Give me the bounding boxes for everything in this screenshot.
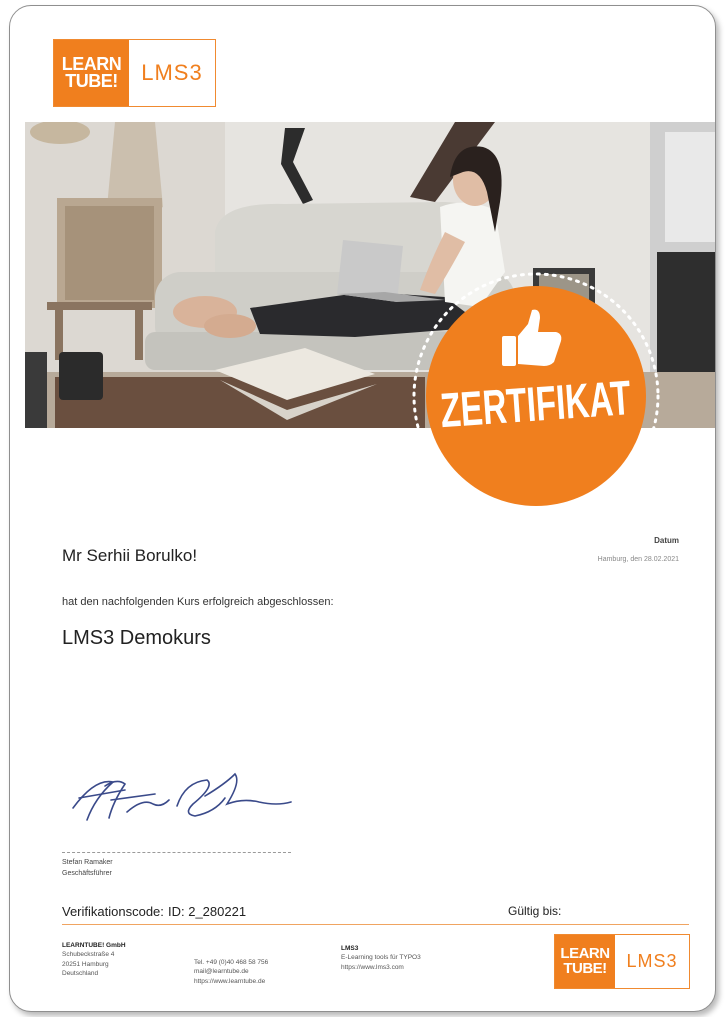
course-title: LMS3 Demokurs [62,627,211,649]
logo-learntube-block: LEARN TUBE! [54,40,129,106]
contact-phone: Tel. +49 (0)40 468 58 756 [194,959,269,966]
product-description: E-Learning tools für TYPO3 [341,954,421,962]
zertifikat-stamp: ZERTIFIKAT [404,264,668,528]
logo-lms3-text: LMS3 [141,60,203,85]
product-website: https://www.lms3.com [341,963,404,971]
signature-image [72,772,292,821]
logo-tube-text: TUBE! [65,71,118,91]
footer-contact: Tel. +49 (0)40 468 58 756 mail@learntube… [194,958,268,986]
footer-divider [62,924,689,925]
completion-text: hat den nachfolgenden Kurs erfolgreich a… [62,596,334,608]
footer-product: LMS3 E-Learning tools für TYPO3 https://… [341,944,421,972]
learntube-logo-bottom: LEARN TUBE! LMS3 [554,934,690,989]
company-city: 20251 Hamburg [62,960,109,968]
learntube-logo-top: LEARN TUBE! LMS3 [53,39,216,107]
recipient-name: Mr Serhii Borulko! [62,546,198,565]
signature-line [62,852,291,853]
product-name: LMS3 [341,945,359,952]
company-name: LEARNTUBE! GmbH [62,942,126,949]
logo-tube-text: TUBE! [563,959,607,977]
contact-email: mail@learntube.de [194,968,249,976]
signer-role: Geschäftsführer [62,870,112,877]
certificate-page: LEARN TUBE! LMS3 ZERTIFIKAT Datum Hambur… [9,5,716,1012]
verification-label: Verifikationscode: [62,904,164,919]
valid-until-label: Gültig bis: [508,904,562,918]
verification-code: ID: 2_280221 [168,904,247,919]
logo-learntube-block: LEARN TUBE! [555,935,615,988]
signer-name: Stefan Ramaker [62,859,113,866]
logo-lms3-text: LMS3 [626,951,678,971]
date-label: Datum [654,536,679,545]
contact-website: https://www.learntube.de [194,977,266,985]
footer-company: LEARNTUBE! GmbH Schubeckstraße 4 20251 H… [62,941,126,979]
company-country: Deutschland [62,970,99,978]
date-value: Hamburg, den 28.02.2021 [597,556,679,563]
company-street: Schubeckstraße 4 [62,951,115,959]
